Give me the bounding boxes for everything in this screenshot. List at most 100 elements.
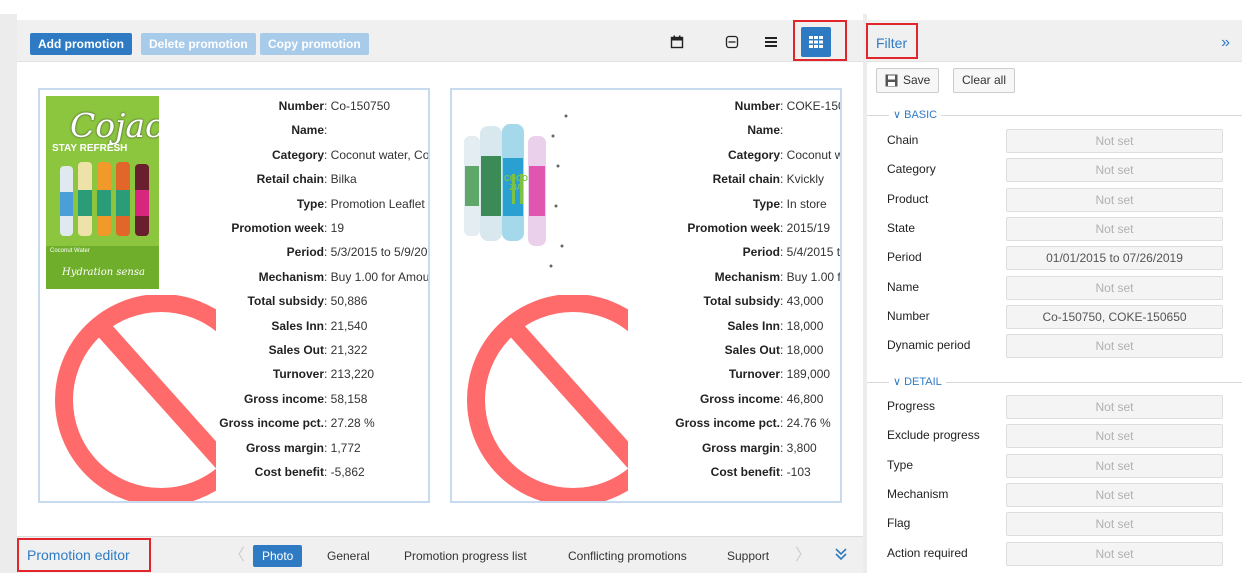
field-row: Number: Co-150750: [165, 94, 428, 118]
expand-down-icon[interactable]: [835, 546, 847, 568]
field-value: Co-150750: [330, 99, 391, 113]
filter-header: Filter »: [867, 20, 1242, 62]
field-value: 213,220: [330, 367, 375, 382]
field-label: Type: [752, 196, 780, 211]
field-colon: :: [780, 391, 787, 406]
field-row: Cost benefit: -5,862: [165, 460, 428, 484]
field-colon: :: [780, 123, 787, 138]
filter-label: Exclude progress: [887, 428, 980, 443]
field-row: Period: 5/3/2015 to 5/9/20: [165, 240, 428, 264]
field-value: 21,322: [330, 343, 368, 358]
field-label: Cost benefit: [254, 465, 324, 480]
promotion-fields: Number: Co-150750 Name: Category: Coconut…: [165, 94, 430, 485]
photo-tagline-text: STAY REFRESH: [52, 143, 128, 154]
field-row: Cost benefit: -103: [608, 460, 840, 484]
filter-field[interactable]: Not set: [1006, 453, 1223, 478]
filter-label: State: [887, 220, 916, 235]
tabs-next-icon[interactable]: 〉: [795, 545, 811, 567]
detail-section-header[interactable]: ∨ DETAIL: [867, 375, 1242, 389]
add-promotion-button[interactable]: Add promotion: [30, 33, 132, 55]
field-label: Number: [734, 99, 780, 113]
field-colon: :: [324, 318, 331, 333]
filter-field[interactable]: Not set: [1006, 512, 1223, 537]
field-label: Sales Out: [268, 343, 324, 358]
filter-field[interactable]: Not set: [1006, 541, 1223, 566]
field-value: 18,000: [786, 343, 824, 358]
field-colon: :: [780, 318, 787, 333]
tab-conflicting-promotions[interactable]: Conflicting promotions: [568, 545, 687, 567]
filter-label: Category: [887, 162, 936, 177]
filter-field[interactable]: Not set: [1006, 395, 1223, 419]
field-colon: :: [324, 221, 331, 236]
field-value: 50,886: [330, 294, 368, 309]
gantt-view-button[interactable]: [718, 28, 746, 56]
promotion-card[interactable]: COCO ZIA Number: COKE-150650Name: Catego…: [450, 88, 842, 503]
filter-field[interactable]: 01/01/2015 to 07/26/2019: [1006, 246, 1223, 271]
tab-promotion-progress-list[interactable]: Promotion progress list: [404, 545, 527, 567]
field-colon: :: [324, 123, 331, 138]
field-value: Coconut water, Co: [330, 147, 430, 162]
filter-field[interactable]: Not set: [1006, 158, 1223, 183]
field-colon: :: [324, 416, 331, 431]
field-colon: :: [780, 367, 787, 382]
field-row: Total subsidy: 43,000: [608, 289, 840, 313]
field-value: 5/4/2015 to 5/12/2(: [786, 245, 841, 260]
filter-field[interactable]: Not set: [1006, 482, 1223, 507]
filter-label: Name: [887, 279, 920, 294]
promotion-card[interactable]: Cojacc STAY REFRESH Coconut Water Hydrat…: [38, 88, 430, 503]
filter-field[interactable]: Co-150750, COKE-150650: [1006, 304, 1223, 329]
field-value: 46,800: [786, 391, 824, 406]
filter-field[interactable]: Not set: [1006, 275, 1223, 300]
field-value: Bilka: [330, 172, 357, 187]
filter-field[interactable]: Not set: [1006, 129, 1223, 153]
field-colon: :: [780, 465, 787, 480]
field-row: Sales Out: 21,322: [165, 338, 428, 362]
field-colon: :: [780, 147, 787, 162]
save-filter-button[interactable]: Save: [876, 68, 940, 93]
field-label: Cost benefit: [710, 465, 780, 480]
tab-photo[interactable]: Photo: [253, 545, 303, 567]
filter-label: Period: [887, 250, 922, 265]
field-colon: :: [780, 245, 787, 260]
filter-row-number: Number Co-150750, COKE-150650: [887, 304, 1227, 329]
delete-promotion-button[interactable]: Delete promotion: [141, 33, 256, 55]
field-colon: :: [324, 172, 331, 187]
promotion-main-panel: Add promotion Delete promotion Copy prom…: [17, 14, 863, 573]
field-label: Sales Inn: [271, 318, 324, 333]
field-label: Promotion week: [231, 221, 324, 236]
field-colon: :: [324, 196, 331, 211]
field-colon: :: [324, 367, 331, 382]
calendar-view-button[interactable]: [663, 28, 691, 56]
clear-all-button[interactable]: Clear all: [953, 68, 1016, 93]
list-view-button[interactable]: [757, 28, 785, 56]
field-row: Gross income: 58,158: [165, 387, 428, 411]
field-row: Period: 5/4/2015 to 5/12/2(: [608, 240, 841, 264]
field-label: Mechanism: [258, 269, 324, 284]
tab-support[interactable]: Support: [727, 545, 769, 567]
no-image-icon: [467, 295, 628, 501]
collapse-panel-icon[interactable]: »: [1221, 34, 1230, 52]
copy-promotion-button[interactable]: Copy promotion: [260, 33, 369, 55]
filter-panel: Filter » Save Clear all ∨ BASIC Chain Not…: [866, 14, 1242, 573]
basic-section-text: BASIC: [904, 109, 938, 121]
promotion-editor-highlight: [17, 538, 151, 572]
filter-row-state: State Not set: [887, 216, 1227, 241]
filter-field[interactable]: Not set: [1006, 424, 1223, 449]
field-row: Number: COKE-150650: [608, 94, 840, 118]
filter-row-name: Name Not set: [887, 275, 1227, 300]
tabs-prev-icon[interactable]: 〈: [229, 545, 245, 567]
field-value: 43,000: [786, 294, 824, 309]
list-icon: [765, 37, 777, 47]
field-label: Gross margin: [245, 440, 324, 455]
field-value: Kvickly: [786, 172, 825, 187]
basic-section-header[interactable]: ∨ BASIC: [867, 108, 1242, 122]
tab-general[interactable]: General: [327, 545, 370, 567]
field-colon: :: [780, 294, 787, 309]
filter-row-category: Category Not set: [887, 158, 1227, 183]
filter-field[interactable]: Not set: [1006, 187, 1223, 212]
filter-row-period: Period 01/01/2015 to 07/26/2019: [887, 246, 1227, 271]
filter-field[interactable]: Not set: [1006, 334, 1223, 359]
field-colon: :: [780, 196, 787, 211]
filter-field[interactable]: Not set: [1006, 216, 1223, 241]
field-value: 1,772: [330, 440, 361, 455]
